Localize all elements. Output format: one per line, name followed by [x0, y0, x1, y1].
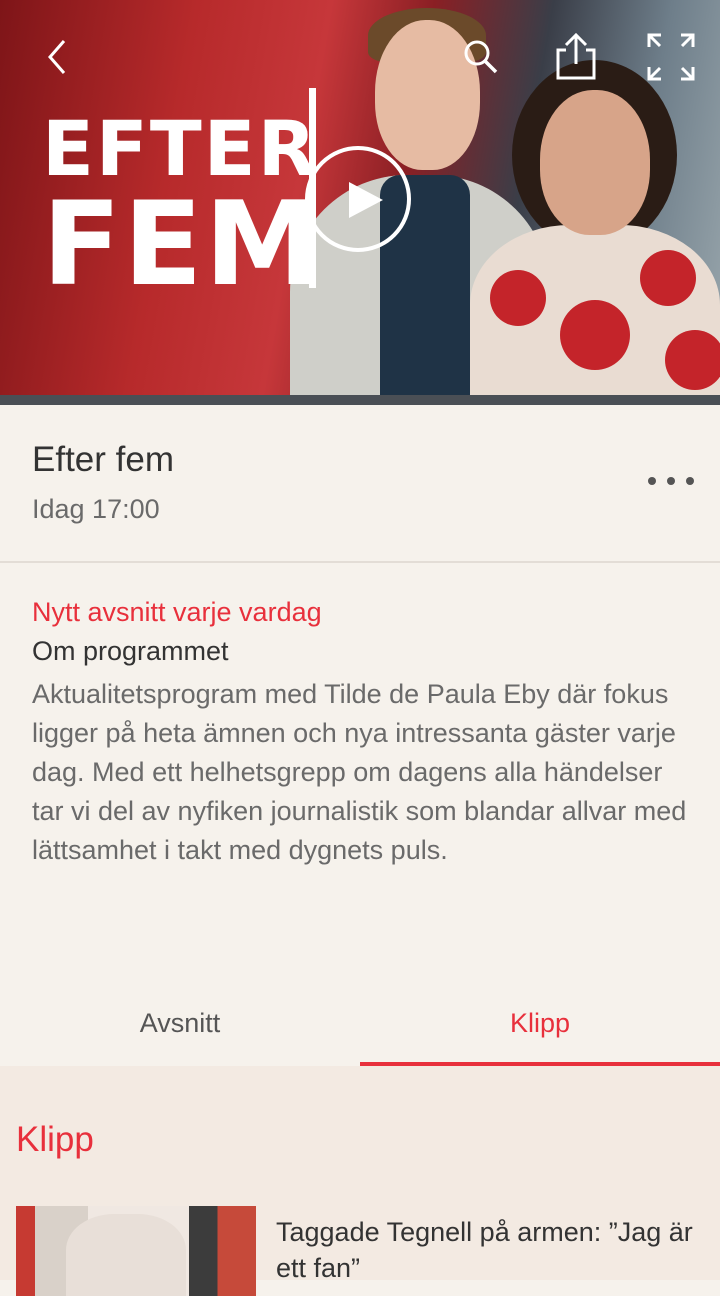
tab-klipp[interactable]: Klipp — [360, 980, 720, 1066]
host-head-right — [540, 90, 650, 235]
clips-section-title: Klipp — [16, 1120, 94, 1159]
fullscreen-button[interactable] — [644, 30, 698, 84]
share-button[interactable] — [549, 30, 603, 84]
more-options-button[interactable] — [648, 466, 694, 496]
back-icon — [48, 40, 66, 74]
play-button[interactable] — [305, 146, 411, 252]
search-icon — [464, 40, 498, 74]
flower-pattern — [490, 270, 546, 326]
clip-title[interactable]: Taggade Tegnell på armen: ”Jag är ett fa… — [276, 1214, 696, 1286]
fullscreen-icon — [647, 33, 695, 81]
dot-icon — [667, 477, 675, 485]
hero-progress-strip — [0, 395, 720, 405]
program-info — [0, 405, 720, 563]
flower-pattern — [640, 250, 696, 306]
flower-pattern — [560, 300, 630, 370]
clip-thumbnail[interactable] — [16, 1206, 256, 1296]
search-button[interactable] — [454, 30, 508, 84]
share-icon — [556, 32, 596, 80]
flower-pattern — [665, 330, 720, 390]
program-title: Efter fem — [32, 440, 174, 479]
play-icon — [349, 182, 383, 218]
dot-icon — [648, 477, 656, 485]
dot-icon — [686, 477, 694, 485]
about-description: Aktualitetsprogram med Tilde de Paula Eb… — [32, 679, 687, 865]
show-logo: EFTER FEM — [42, 108, 322, 312]
schedule-tagline: Nytt avsnitt varje vardag — [32, 597, 322, 627]
about-heading: Om programmet — [32, 636, 229, 666]
back-button[interactable] — [30, 30, 84, 84]
program-airtime: Idag 17:00 — [32, 494, 160, 524]
tab-avsnitt[interactable]: Avsnitt — [0, 980, 360, 1066]
logo-line-2: FEM — [42, 177, 322, 312]
clip-thumbnail-figure — [66, 1214, 186, 1296]
